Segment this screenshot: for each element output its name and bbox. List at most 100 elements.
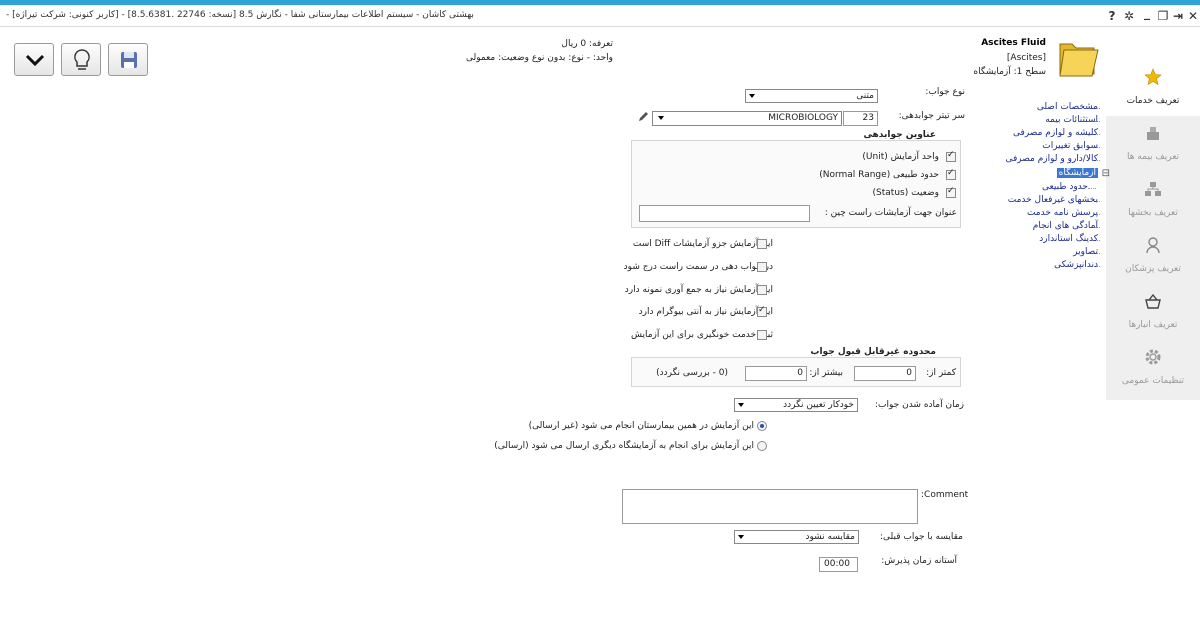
sidebar-item-warehouses[interactable]: تعریف انبارها <box>1106 284 1200 340</box>
service-code: [Ascites] <box>1006 53 1046 63</box>
answer-type-label: نوع جواب: <box>925 87 965 97</box>
tree-item-insurance-exceptions[interactable]: استثنائات بیمه <box>1045 115 1098 125</box>
sidebar-item-label: تعریف انبارها <box>1128 320 1178 330</box>
report-header-code: 23 <box>862 113 874 123</box>
option-diff-checkbox[interactable] <box>757 239 767 249</box>
folder-icon <box>1059 43 1099 77</box>
sidebar-item-general-settings[interactable]: تنظیمات عمومی <box>1106 340 1200 396</box>
report-header-select[interactable]: MICROBIOLOGY <box>652 111 842 126</box>
option-antibiogram-label: این آزمایش نیاز به آنتی بیوگرام دارد <box>638 307 773 317</box>
radio-outsourced-label: این آزمایش برای انجام به آزمایشگاه دیگری… <box>494 441 754 451</box>
report-header-label: سر تیتر جوابدهی: <box>898 111 965 121</box>
option-blood-draw-checkbox[interactable] <box>757 330 767 340</box>
star-icon <box>1144 68 1162 86</box>
more-than-label: بیشتر از: <box>809 368 843 378</box>
rtl-title-input[interactable] <box>639 205 810 222</box>
report-title-normal-range-checkbox[interactable] <box>946 168 956 180</box>
minimize-button[interactable]: _ <box>1140 6 1154 20</box>
report-title-unit-checkbox[interactable] <box>946 150 956 162</box>
sidebar-item-label: تعریف بیمه ها <box>1126 152 1180 162</box>
tree-item-questionnaire[interactable]: پرسش نامه خدمت <box>1027 208 1098 218</box>
tree-item-templates-supplies[interactable]: کلیشه و لوازم مصرفی <box>1013 128 1098 138</box>
right-sidebar: تعریف خدمات تعریف بیمه ها تعریف بخشها تع… <box>1106 60 1200 400</box>
chevron-down-icon <box>25 54 45 67</box>
sidebar-item-label: تعریف بخشها <box>1128 208 1178 218</box>
tree-expander[interactable]: ⊟ <box>1102 168 1110 179</box>
floppy-disk-icon <box>121 52 137 68</box>
unit-type-status-text: واحد: - نوع: بدون نوع وضعیت: معمولی <box>465 53 613 63</box>
option-diff-label: این آزمایش جزو آزمایشات Diff است <box>632 239 773 249</box>
restore-button[interactable]: ❐ <box>1156 9 1170 23</box>
sidebar-item-services[interactable]: تعریف خدمات <box>1106 60 1200 116</box>
option-right-side-checkbox[interactable] <box>757 262 767 272</box>
threshold-label: آستانه زمان پذیرش: <box>881 556 957 566</box>
more-than-input[interactable]: 0 <box>745 366 807 381</box>
less-than-value: 0 <box>906 368 912 378</box>
radio-in-hospital-label: این آزمایش در همین بیمارستان انجام می شو… <box>528 421 754 431</box>
option-antibiogram-checkbox[interactable] <box>757 305 767 317</box>
tree-item-laboratory[interactable]: آزمایشگاه <box>1056 168 1098 178</box>
tree-item-standard-coding[interactable]: کدینگ استاندارد <box>1039 234 1098 244</box>
tree-item-preparations[interactable]: آمادگی های انجام <box>1033 221 1098 231</box>
gear-icon <box>1145 349 1161 365</box>
dropdown-menu-button[interactable] <box>14 43 54 76</box>
report-header-value: MICROBIOLOGY <box>768 113 838 123</box>
option-sample-collection-checkbox[interactable] <box>757 285 767 295</box>
tariff-text: تعرفه: 0 ریال <box>561 39 613 49</box>
comment-label: :Comment <box>921 490 969 500</box>
departments-icon <box>1145 182 1161 196</box>
comment-input[interactable] <box>622 489 918 524</box>
tree-item-images[interactable]: تصاویر <box>1073 247 1098 257</box>
compare-label: مقایسه با جواب قبلی: <box>879 532 963 542</box>
help-button[interactable]: ? <box>1105 9 1119 23</box>
radio-outsourced[interactable] <box>757 441 767 451</box>
less-than-input[interactable]: 0 <box>854 366 916 381</box>
less-than-label: کمتر از: <box>926 368 956 378</box>
threshold-input[interactable]: 00:00 <box>819 557 858 572</box>
option-sample-collection-label: این آزمایش نیاز به جمع آوری نمونه دارد <box>624 285 773 295</box>
chevron-down-icon <box>738 535 744 539</box>
tree-item-dentistry[interactable]: دندانپزشکی <box>1054 260 1098 270</box>
sidebar-item-label: تعریف پزشکان <box>1125 264 1181 274</box>
radio-in-hospital[interactable] <box>757 421 767 431</box>
hint-button[interactable] <box>61 43 101 76</box>
tree-connector <box>1088 188 1096 189</box>
service-level: سطح 1: آزمایشگاه <box>973 67 1046 77</box>
chevron-down-icon <box>738 403 744 407</box>
tree-item-inactive-departments[interactable]: بخشهای غیرفعال خدمت <box>1008 195 1098 205</box>
exit-button[interactable]: ⇥ <box>1171 9 1185 23</box>
insurance-icon <box>1147 127 1159 140</box>
tree-item-change-history[interactable]: سوابق تغییرات <box>1042 141 1098 151</box>
tree-item-main-info[interactable]: مشخصات اصلی <box>1037 102 1098 112</box>
pencil-icon[interactable] <box>637 111 649 123</box>
save-button[interactable] <box>108 43 148 76</box>
chevron-down-icon <box>749 94 755 98</box>
sidebar-item-departments[interactable]: تعریف بخشها <box>1106 172 1200 228</box>
close-button[interactable]: ✕ <box>1186 9 1200 23</box>
report-title-unit-label: واحد آزمایش (Unit) <box>862 152 939 162</box>
answer-type-value: متنی <box>856 91 874 101</box>
tree-item-goods-drugs[interactable]: کالا/دارو و لوازم مصرفی <box>1005 154 1098 164</box>
sidebar-item-label: تنظیمات عمومی <box>1121 376 1185 386</box>
report-titles-heading: عناوین جوابدهی <box>863 130 936 140</box>
report-title-normal-range-label: حدود طبیعی (Normal Range) <box>819 170 939 180</box>
compare-value: مقایسه نشود <box>805 532 855 542</box>
tree-item-normal-ranges[interactable]: حدود طبیعی <box>1042 182 1088 192</box>
lightbulb-icon <box>74 49 90 70</box>
sidebar-item-doctors[interactable]: تعریف پزشکان <box>1106 228 1200 284</box>
compare-select[interactable]: مقایسه نشود <box>734 530 859 544</box>
more-than-value: 0 <box>797 368 803 378</box>
range-note: (0 - بررسی نگردد) <box>656 368 728 378</box>
doctor-icon <box>1146 237 1160 254</box>
answer-type-select[interactable]: متنی <box>745 89 878 103</box>
service-name: Ascites Fluid <box>981 38 1046 48</box>
basket-icon <box>1145 293 1161 309</box>
ready-time-select[interactable]: خودکار تعیین نگردد <box>734 398 858 412</box>
settings-button[interactable]: ✲ <box>1122 9 1136 23</box>
report-header-code-input[interactable]: 23 <box>843 111 878 126</box>
sidebar-item-insurance[interactable]: تعریف بیمه ها <box>1106 116 1200 172</box>
report-title-status-checkbox[interactable] <box>946 186 956 198</box>
report-title-status-label: وضعیت (Status) <box>872 188 939 198</box>
window-title: - [کاربر کنونی: شرکت تیراژه] - بهشتی کاش… <box>6 10 474 20</box>
sidebar-item-label: تعریف خدمات <box>1126 96 1180 106</box>
